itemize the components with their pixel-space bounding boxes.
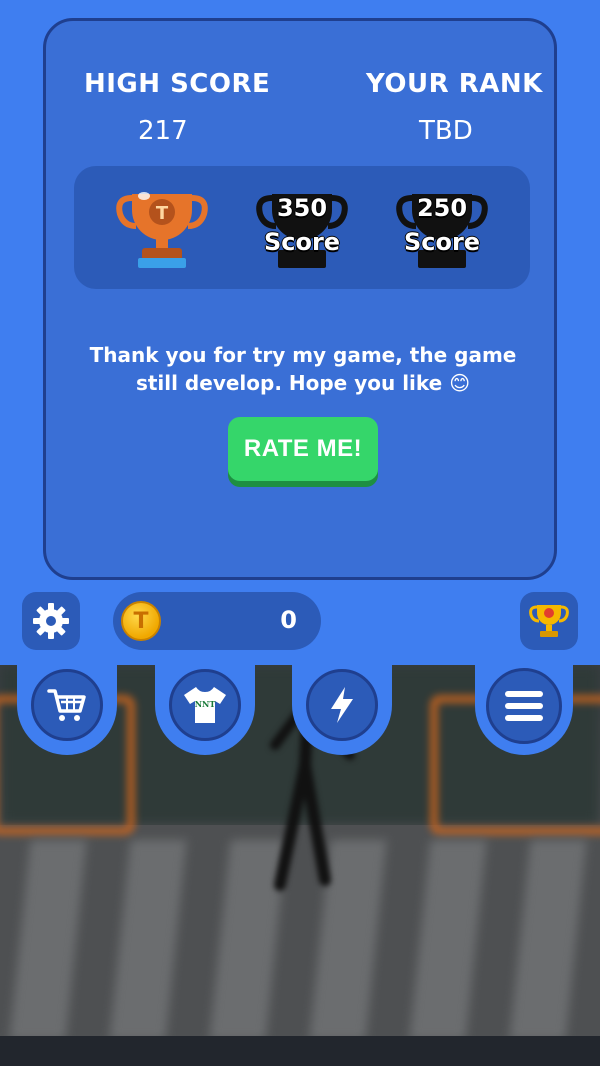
score-panel: HIGH SCORE 217 YOUR RANK TBD T 350 Score…	[43, 18, 557, 580]
settings-button[interactable]	[22, 592, 80, 650]
trophy-list: T 350 Score 250 Score	[74, 166, 530, 289]
trophy-bronze-icon: T	[112, 182, 212, 272]
coin-count: 0	[280, 606, 297, 634]
trophy-locked-icon: 350 Score	[252, 182, 352, 272]
svg-text:T: T	[156, 203, 169, 224]
skins-button[interactable]: NNT	[169, 669, 241, 741]
rank-value: TBD	[419, 116, 473, 146]
gear-icon	[33, 603, 69, 639]
coin-counter: T 0	[113, 592, 321, 650]
rate-me-button[interactable]: RATE ME!	[228, 417, 378, 481]
rank-label: YOUR RANK	[366, 69, 543, 99]
tab-menu	[475, 650, 573, 755]
coin-icon: T	[121, 601, 161, 641]
high-score-value: 217	[138, 116, 188, 146]
cart-icon	[47, 689, 86, 721]
trophy-locked-icon: 250 Score	[392, 182, 492, 272]
trophy-score-label: Score	[403, 228, 481, 256]
scene-bottom-strip	[0, 1036, 600, 1066]
trophy-icon	[529, 605, 569, 637]
lightning-icon	[331, 687, 353, 723]
tshirt-icon: NNT	[184, 687, 226, 723]
hamburger-icon	[505, 691, 543, 721]
trophy-score-value: 350	[276, 194, 328, 222]
high-score-label: HIGH SCORE	[84, 69, 271, 99]
tshirt-text: NNT	[195, 699, 216, 709]
thank-you-message: Thank you for try my game, the game stil…	[89, 343, 517, 395]
trophy-score-value: 250	[416, 194, 468, 222]
powerups-button[interactable]	[306, 669, 378, 741]
shop-button[interactable]	[31, 669, 103, 741]
menu-button[interactable]	[486, 668, 562, 744]
trophy-score-label: Score	[263, 228, 341, 256]
leaderboard-button[interactable]	[520, 592, 578, 650]
